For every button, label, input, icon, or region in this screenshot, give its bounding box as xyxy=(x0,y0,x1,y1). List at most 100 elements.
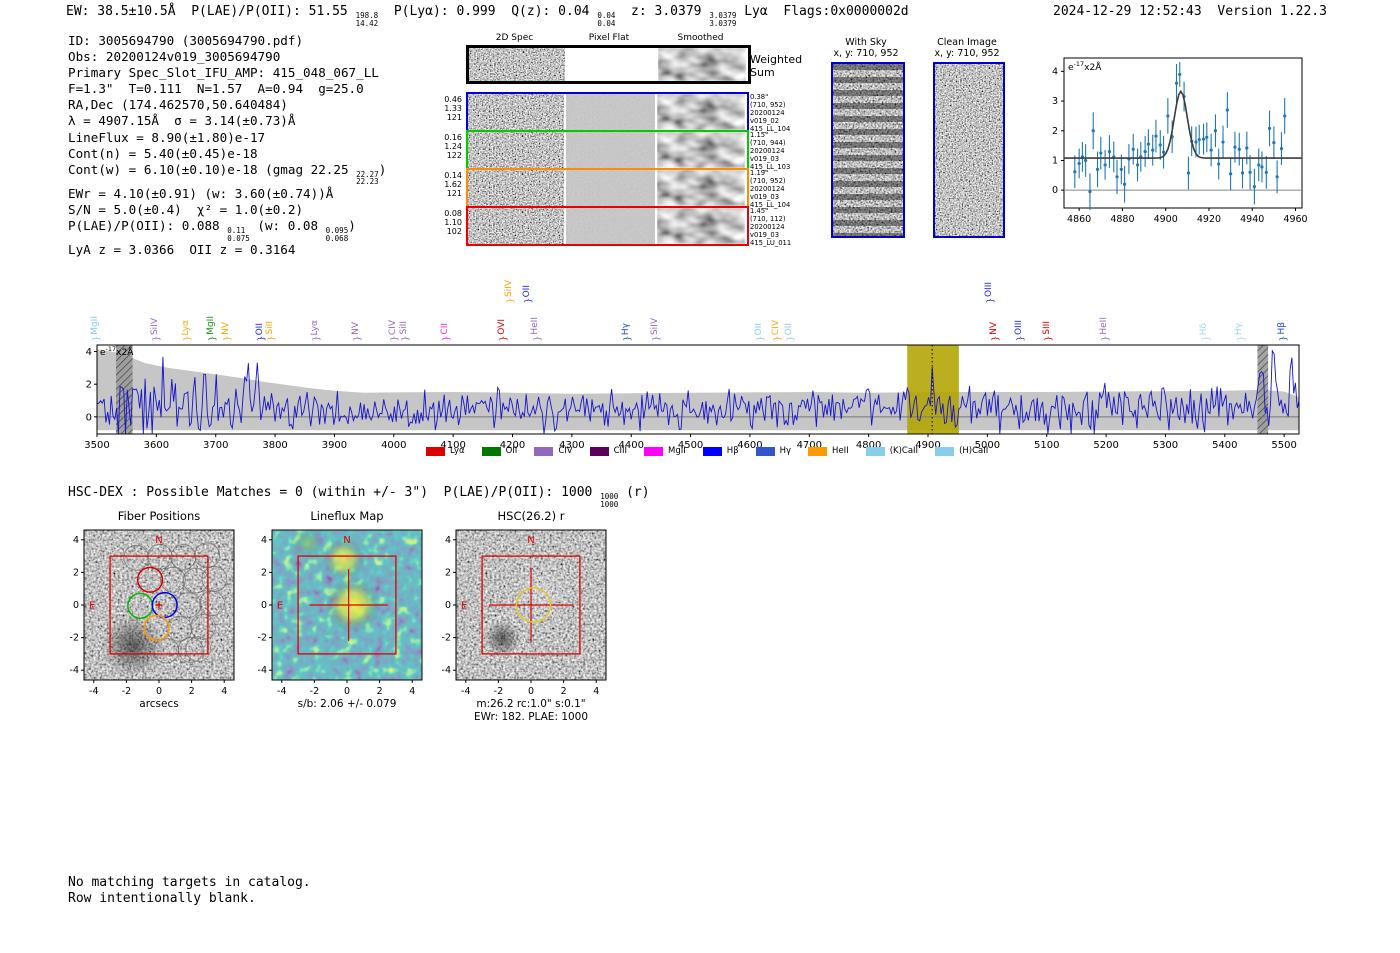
clean-image-cutout xyxy=(933,62,1005,238)
emission-line-label: CIV xyxy=(387,319,398,335)
noise-rect xyxy=(566,170,655,206)
cell-noise xyxy=(468,170,564,206)
main-x-tick-label: 4000 xyxy=(381,440,406,448)
main-x-tick-label: 3600 xyxy=(144,440,169,448)
info-line: Cont(n) = 5.40(±0.45)e-18 xyxy=(68,146,386,162)
strip-left-labels: 0.14 1.62 121 xyxy=(430,171,462,198)
strip-right-labels: 1.45" (710, 112) 20200124 v019_03 415_LU_011 xyxy=(750,207,820,247)
data-point xyxy=(1122,182,1127,186)
emission-line-label: SiIV xyxy=(649,317,660,335)
strip-left-label: 1.24 xyxy=(444,142,462,151)
emission-line-label: OIII xyxy=(983,281,994,297)
spec2d-strip xyxy=(466,206,749,246)
strip-left-label: 1.10 xyxy=(444,218,462,227)
data-point xyxy=(1095,167,1100,171)
strip-right-label: v019_03 xyxy=(750,155,780,163)
smoothed-cell xyxy=(657,94,745,130)
emission-line-brace: { xyxy=(351,335,362,342)
cutout-y-tick-label: 2 xyxy=(73,567,79,578)
spec2d-cell xyxy=(468,94,564,130)
cell-noise xyxy=(468,132,564,168)
emission-line-brace: { xyxy=(310,335,321,342)
text-segment: ID: 3005694790 (3005694790.pdf) xyxy=(68,33,304,48)
text-segment: S/N = 5.0(±0.4) χ² = 1.0(±0.2) xyxy=(68,202,304,218)
cutout-y-tick-label: -4 xyxy=(442,665,451,676)
legend-item: Hγ xyxy=(755,446,792,456)
emission-line-labels: MgII{SiIV{Lyα{MgII{NV{OII{SiII{Lyα{NV{CI… xyxy=(0,266,1330,342)
legend-item: Hβ xyxy=(702,446,739,456)
text-segment: Cont(w) = 6.10(±0.10)e-18 (gmag 22.25 xyxy=(68,161,357,177)
fraction-lower: 0.068 xyxy=(325,233,349,243)
inset-x-tick-label: 4900 xyxy=(1154,214,1178,225)
data-point xyxy=(1201,137,1206,141)
strip-left-label: 0.08 xyxy=(444,209,462,218)
emission-label-group: Hγ{ xyxy=(621,323,631,342)
col-header-pixel-flat: Pixel Flat xyxy=(588,33,630,43)
emission-label-group: NV{ xyxy=(351,322,361,342)
cell-noise xyxy=(658,48,746,81)
cell-noise xyxy=(566,132,655,168)
cutout-y-tick-label: -2 xyxy=(70,633,79,644)
spec2d-strip xyxy=(466,168,749,208)
emission-line-brace: { xyxy=(399,335,410,342)
data-point xyxy=(1088,190,1092,194)
noise-rect xyxy=(468,170,564,206)
emission-line-brace: { xyxy=(255,335,266,342)
strip-right-label: 20200124 xyxy=(750,185,785,193)
cutout-x-tick-label: -4 xyxy=(277,686,286,697)
emission-line-brace: { xyxy=(1042,335,1053,342)
emission-line-brace: { xyxy=(621,335,632,342)
fiber-positions-cutout: Fiber Positions N E -4 -4 -2 -2 0 0 2 2 4 4 arcsecs xyxy=(70,509,235,710)
compass-north: N xyxy=(527,535,534,546)
noise-rect xyxy=(468,132,564,168)
main-x-tick-label: 3500 xyxy=(84,440,109,448)
cutout-x-tick-label: -4 xyxy=(89,686,98,697)
data-point xyxy=(1225,108,1229,112)
legend-label: Hγ xyxy=(779,446,792,456)
emission-label-group: SiIV{ xyxy=(504,280,514,304)
emission-line-label: SiII xyxy=(265,321,276,335)
strip-right-label: (710, 952) xyxy=(750,177,786,185)
text-segment: LineFlux = 8.90(±1.80)e-17 xyxy=(68,129,266,145)
cutout-x-tick-label: 2 xyxy=(189,686,195,697)
strip-left-label: 122 xyxy=(446,151,462,160)
inset-x-tick-label: 4920 xyxy=(1197,214,1221,225)
strip-right-label: 1.19" xyxy=(750,169,769,177)
inset-y-tick-label: 2 xyxy=(1052,126,1058,137)
emission-label-group: HeII{ xyxy=(1099,317,1109,342)
cutout-y-tick-label: -2 xyxy=(258,633,267,644)
units-rest: x2Å xyxy=(116,346,134,358)
emission-label-group: NV{ xyxy=(221,322,231,342)
legend-label: CIII xyxy=(613,446,628,456)
text-segment: EW: 38.5±10.5Å P(LAE)/P(OII): 51.55 xyxy=(66,4,356,19)
fraction-lower: 0.04 xyxy=(597,18,616,28)
emission-line-brace: { xyxy=(206,335,217,342)
emission-label-group: OII{ xyxy=(784,323,794,342)
emission-line-brace: { xyxy=(1277,335,1288,342)
data-point xyxy=(1107,149,1112,154)
clean-image-header: Clean Image x, y: 710, 952 xyxy=(911,37,1023,59)
emission-line-label: NV xyxy=(351,322,362,335)
with-sky-title: With Sky xyxy=(845,37,887,48)
cutout-xlabel: arcsecs xyxy=(139,698,178,710)
strip-left-labels: 0.08 1.10 102 xyxy=(430,209,462,236)
data-point xyxy=(1209,148,1213,152)
strip-right-label: 20200124 xyxy=(750,223,785,231)
emission-line-brace: { xyxy=(440,335,451,342)
info-line: LyA z = 3.0366 OII z = 0.3164 xyxy=(68,242,386,258)
text-segment: RA,Dec (174.462570,50.640484) xyxy=(68,97,288,113)
inset-x-tick-label: 4860 xyxy=(1067,214,1091,225)
text-segment: λ = 4907.15Å σ = 3.14(±0.73)Å xyxy=(68,113,296,129)
main-x-tick-label: 5400 xyxy=(1212,440,1237,448)
emission-line-label: NV xyxy=(221,322,232,335)
data-point xyxy=(1178,72,1182,76)
emission-line-label: Hγ xyxy=(1234,322,1245,335)
text-segment: P(LAE)/P(OII): 0.088 xyxy=(68,218,228,234)
emission-line-label: NV xyxy=(988,322,999,335)
main-y-tick-label: 0 xyxy=(86,412,92,423)
strip-cells xyxy=(468,208,747,244)
strip-right-label: v019_02 xyxy=(750,117,780,125)
cutout-title: Lineflux Map xyxy=(310,509,383,523)
smoothed-cell xyxy=(658,48,746,81)
emission-label-group: HeII{ xyxy=(530,317,540,342)
